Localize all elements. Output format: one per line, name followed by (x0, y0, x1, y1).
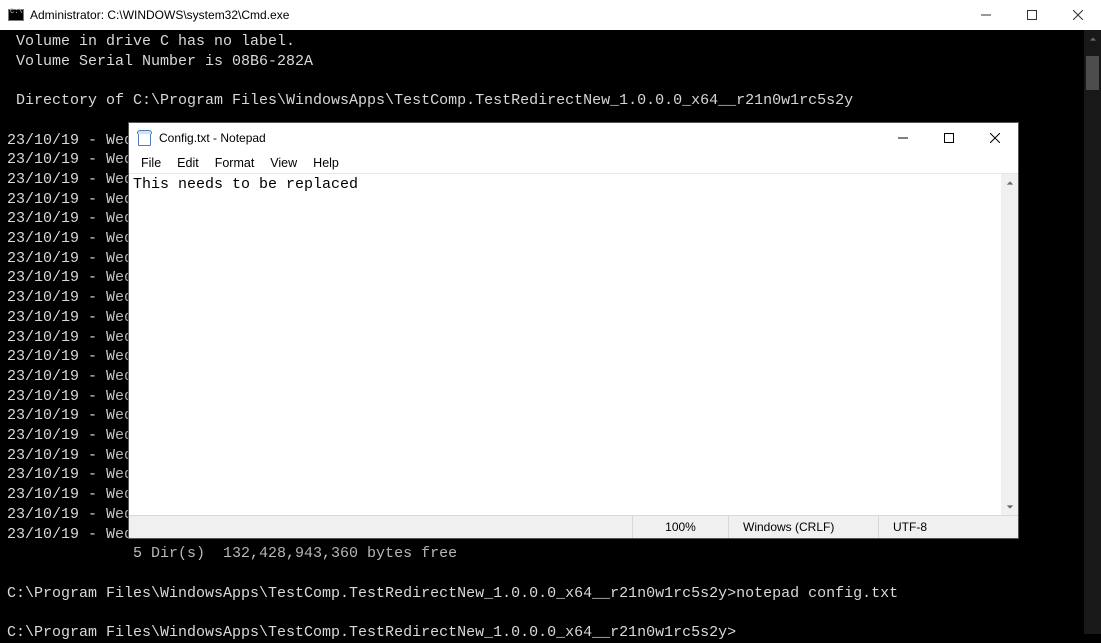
notepad-icon (137, 130, 153, 146)
close-button[interactable] (1055, 0, 1101, 30)
notepad-menubar: File Edit Format View Help (129, 153, 1018, 173)
menu-view[interactable]: View (262, 155, 305, 171)
notepad-editor[interactable]: This needs to be replaced (129, 173, 1018, 515)
menu-help[interactable]: Help (305, 155, 347, 171)
scroll-up-icon[interactable] (1084, 30, 1101, 47)
scroll-up-icon[interactable] (1001, 174, 1018, 191)
minimize-button[interactable] (963, 0, 1009, 30)
menu-file[interactable]: File (133, 155, 169, 171)
status-zoom: 100% (632, 516, 728, 538)
status-encoding: UTF-8 (878, 516, 1018, 538)
maximize-button[interactable] (1009, 0, 1055, 30)
notepad-content: This needs to be replaced (133, 176, 998, 193)
minimize-button[interactable] (880, 123, 926, 153)
cmd-icon (8, 9, 24, 21)
notepad-window: Config.txt - Notepad File Edit Format Vi… (128, 122, 1019, 539)
cmd-titlebar[interactable]: Administrator: C:\WINDOWS\system32\Cmd.e… (0, 0, 1101, 30)
menu-edit[interactable]: Edit (169, 155, 207, 171)
cmd-scrollbar[interactable] (1084, 30, 1101, 634)
menu-format[interactable]: Format (207, 155, 263, 171)
status-spacer (129, 516, 632, 538)
notepad-titlebar[interactable]: Config.txt - Notepad (129, 123, 1018, 153)
notepad-scrollbar[interactable] (1001, 174, 1018, 515)
notepad-title: Config.txt - Notepad (159, 131, 880, 145)
cmd-title: Administrator: C:\WINDOWS\system32\Cmd.e… (30, 8, 963, 22)
scroll-down-icon[interactable] (1001, 498, 1018, 515)
close-button[interactable] (972, 123, 1018, 153)
scroll-thumb[interactable] (1086, 56, 1099, 90)
maximize-button[interactable] (926, 123, 972, 153)
status-line-ending: Windows (CRLF) (728, 516, 878, 538)
notepad-statusbar: 100% Windows (CRLF) UTF-8 (129, 515, 1018, 538)
